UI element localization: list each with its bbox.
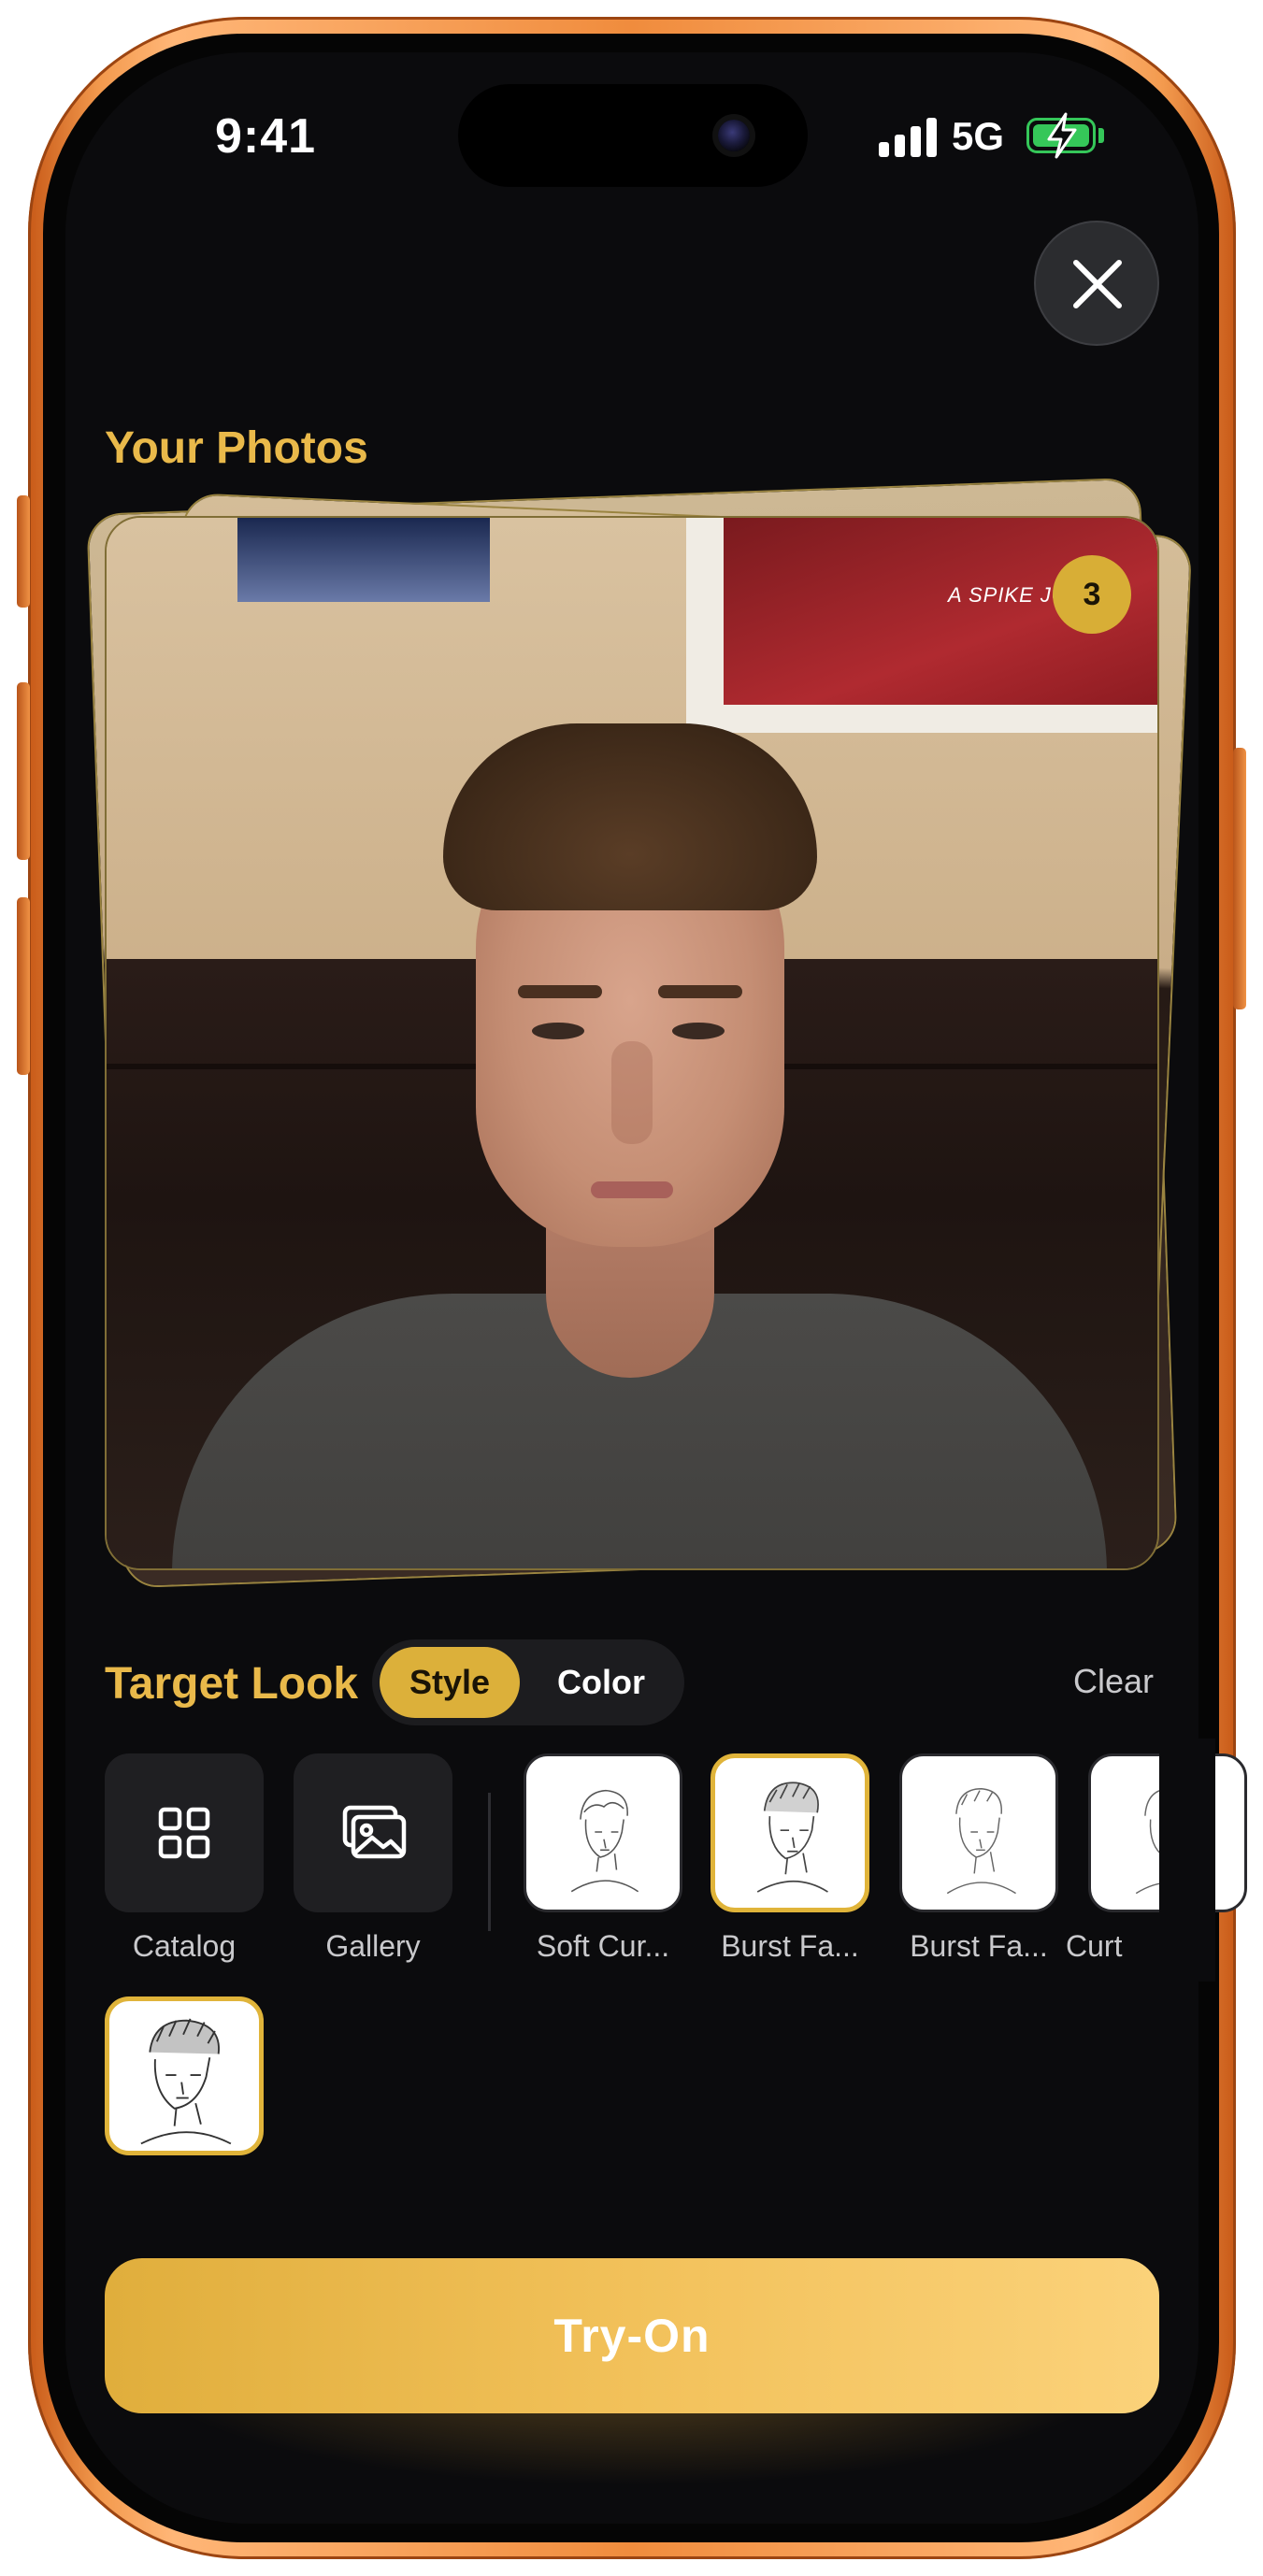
tiles-divider (488, 1793, 491, 1931)
gallery-button[interactable] (294, 1753, 452, 1912)
try-on-button[interactable]: Try-On (105, 2258, 1159, 2413)
status-time: 9:41 (215, 109, 317, 164)
dynamic-island (458, 84, 808, 187)
gallery-icon (342, 1805, 407, 1859)
selected-style-preview[interactable] (105, 1996, 264, 2155)
tab-style[interactable]: Style (380, 1647, 520, 1718)
charging-bolt-icon (1047, 112, 1077, 159)
close-icon (1073, 260, 1122, 308)
photo-stack[interactable]: A SPIKE JONZE (86, 477, 1193, 1589)
style-label-burst-fade-1: Burst Fa... (721, 1929, 859, 1963)
catalog-label: Catalog (132, 1929, 237, 1963)
front-camera (718, 120, 750, 151)
catalog-button[interactable] (105, 1753, 264, 1912)
grid-icon (158, 1807, 210, 1859)
close-button[interactable] (1034, 221, 1159, 346)
gallery-label: Gallery (325, 1929, 421, 1963)
photo-count-badge: 3 (1053, 555, 1131, 634)
hairstyle-sketch-icon (570, 1789, 639, 1893)
style-tile-soft-curls[interactable] (524, 1753, 682, 1912)
style-label-soft-curls: Soft Cur... (536, 1929, 670, 1963)
target-look-title: Target Look (105, 1659, 359, 1709)
hairstyle-sketch-icon (946, 1788, 1016, 1895)
signal-icon (879, 116, 939, 157)
power-button (1233, 748, 1246, 1009)
carousel-edge-mask (1159, 1739, 1215, 1982)
clear-button[interactable]: Clear (1073, 1662, 1154, 1701)
style-tile-burst-fade-2[interactable] (899, 1753, 1058, 1912)
volume-down-button (17, 897, 30, 1075)
style-label-curtains: Curt (1066, 1929, 1123, 1963)
hairstyle-sketch-icon (756, 1782, 828, 1893)
volume-up-button (17, 682, 30, 860)
look-mode-toggle: Style Color (372, 1639, 684, 1725)
selfie-photo: A SPIKE JONZE (107, 518, 1157, 1568)
photo-card-front[interactable]: A SPIKE JONZE (105, 516, 1159, 1570)
action-button (17, 495, 30, 608)
style-tile-burst-fade-1[interactable] (710, 1753, 869, 1912)
battery-tip (1098, 128, 1104, 143)
tab-color[interactable]: Color (531, 1647, 671, 1718)
network-label: 5G (952, 114, 1005, 158)
hairstyle-sketch-icon (140, 2018, 232, 2145)
your-photos-title: Your Photos (105, 423, 368, 473)
style-label-burst-fade-2: Burst Fa... (910, 1929, 1048, 1963)
